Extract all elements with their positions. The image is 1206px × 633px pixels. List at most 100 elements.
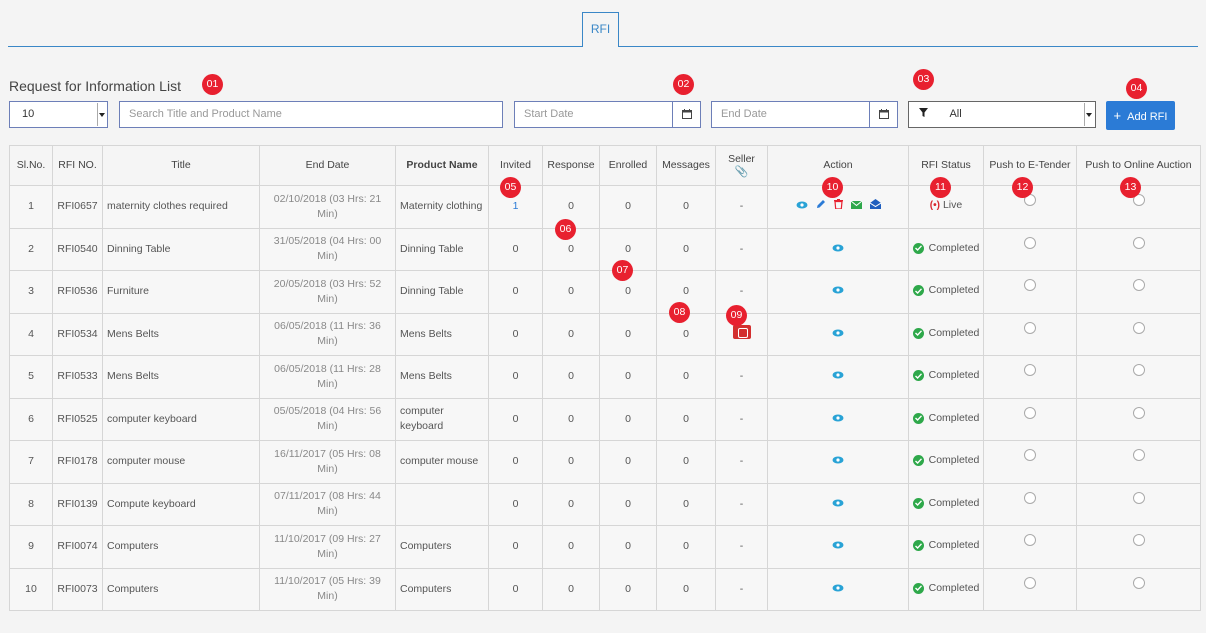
cell-title: Computers xyxy=(102,567,260,611)
push-auction-radio[interactable] xyxy=(1132,576,1145,589)
calendar-icon[interactable] xyxy=(672,102,700,127)
col-end-date: End Date xyxy=(259,145,396,186)
callout-marker: 01 xyxy=(202,74,223,95)
search-input[interactable]: Search Title and Product Name xyxy=(119,101,503,128)
email-icon[interactable] xyxy=(850,199,862,214)
table-row: 6 RFI0525 computer keyboard 05/05/2018 (04 … xyxy=(9,397,1201,441)
push-auction-radio[interactable] xyxy=(1132,364,1145,377)
view-icon[interactable] xyxy=(832,497,844,512)
cell-rfi-no: RFI0536 xyxy=(52,270,103,314)
view-icon[interactable] xyxy=(832,369,844,384)
push-etender-radio[interactable] xyxy=(1024,491,1036,504)
check-circle-icon xyxy=(912,540,924,551)
cell-push-etender xyxy=(983,312,1077,356)
cell-status: Completed xyxy=(908,312,984,356)
seller-value: - xyxy=(739,412,744,425)
view-icon[interactable] xyxy=(832,327,844,342)
callout-marker: 10 xyxy=(822,177,843,198)
cell-end-date: 07/11/2017 (08 Hrs: 44 Min) xyxy=(259,482,396,526)
push-auction-radio[interactable] xyxy=(1132,534,1145,547)
cell-rfi-no: RFI0533 xyxy=(52,355,103,399)
calendar-icon[interactable] xyxy=(869,102,897,127)
table-row: 8 RFI0139 Compute keyboard 07/11/2017 (08 H… xyxy=(9,482,1201,526)
view-icon[interactable] xyxy=(832,412,844,427)
tab-rfi[interactable]: RFI xyxy=(582,12,619,47)
filter-value: All xyxy=(949,108,962,120)
cell-status: Completed xyxy=(908,270,984,314)
view-icon[interactable] xyxy=(832,242,844,257)
col-messages: Messages xyxy=(656,145,716,186)
view-icon[interactable] xyxy=(796,199,808,214)
cell-messages: 0 xyxy=(656,525,716,569)
col-response: Response xyxy=(542,145,600,186)
cell-end-date: 06/05/2018 (11 Hrs: 28 Min) xyxy=(259,355,396,399)
open-mail-icon[interactable] xyxy=(869,199,881,214)
edit-icon[interactable] xyxy=(816,199,826,214)
page-size-select[interactable]: 10 xyxy=(9,101,108,128)
status-filter-select[interactable]: All xyxy=(908,101,1096,128)
push-auction-radio[interactable] xyxy=(1132,321,1145,334)
cell-product: computer keyboard xyxy=(395,397,489,441)
push-etender-radio[interactable] xyxy=(1024,406,1036,419)
cell-end-date: 31/05/2018 (04 Hrs: 00 Min) xyxy=(259,227,396,271)
cell-action xyxy=(767,227,909,271)
col-product: Product Name xyxy=(395,145,489,186)
check-circle-icon xyxy=(912,412,924,424)
cell-push-etender xyxy=(983,355,1077,399)
push-etender-radio[interactable] xyxy=(1024,321,1036,334)
view-icon[interactable] xyxy=(832,454,844,469)
cell-messages: 0 xyxy=(656,397,716,441)
status-completed: Completed xyxy=(912,283,979,298)
push-etender-radio[interactable] xyxy=(1024,364,1036,377)
seller-value: - xyxy=(739,582,744,595)
callout-marker: 07 xyxy=(612,260,633,281)
push-auction-radio[interactable] xyxy=(1132,279,1145,292)
delete-icon[interactable] xyxy=(833,199,843,214)
cell-action xyxy=(767,312,909,356)
cell-push-auction xyxy=(1076,525,1201,569)
cell-status: Completed xyxy=(908,355,984,399)
pdf-attachment-icon[interactable] xyxy=(732,324,751,339)
push-etender-radio[interactable] xyxy=(1024,236,1036,249)
cell-slno: 7 xyxy=(9,440,53,484)
rfi-table: Sl.No. RFI NO. Title End Date Product Na… xyxy=(9,145,1201,611)
cell-invited: 0 xyxy=(488,525,543,569)
view-icon[interactable] xyxy=(832,539,844,554)
col-title: Title xyxy=(102,145,260,186)
cell-push-auction xyxy=(1076,312,1201,356)
cell-seller: - xyxy=(715,397,768,441)
check-circle-icon xyxy=(912,497,924,509)
status-completed: Completed xyxy=(912,581,979,596)
push-auction-radio[interactable] xyxy=(1132,449,1145,462)
plus-icon: + xyxy=(1113,108,1122,123)
push-auction-radio[interactable] xyxy=(1132,406,1145,419)
cell-end-date: 02/10/2018 (03 Hrs: 21 Min) xyxy=(259,185,396,229)
cell-action xyxy=(767,270,909,314)
cell-push-auction xyxy=(1076,482,1201,526)
cell-status: Completed xyxy=(908,227,984,271)
col-push-auction: Push to Online Auction xyxy=(1076,145,1201,186)
push-etender-radio[interactable] xyxy=(1024,576,1036,589)
status-text: Completed xyxy=(928,241,980,254)
push-auction-radio[interactable] xyxy=(1132,491,1145,504)
status-text: Completed xyxy=(928,326,980,339)
push-etender-radio[interactable] xyxy=(1024,534,1036,547)
add-rfi-button[interactable]: + Add RFI xyxy=(1106,101,1175,130)
cell-push-etender xyxy=(983,482,1077,526)
push-etender-radio[interactable] xyxy=(1024,279,1036,292)
end-date-input[interactable]: End Date xyxy=(711,101,898,128)
view-icon[interactable] xyxy=(832,284,844,299)
cell-status: Completed xyxy=(908,567,984,611)
cell-rfi-no: RFI0540 xyxy=(52,227,103,271)
push-etender-radio[interactable] xyxy=(1024,449,1036,462)
col-seller: Seller 📎 xyxy=(715,145,768,186)
push-auction-radio[interactable] xyxy=(1132,236,1145,249)
cell-seller: - xyxy=(715,185,768,229)
view-icon[interactable] xyxy=(832,582,844,597)
cell-push-auction xyxy=(1076,355,1201,399)
start-date-input[interactable]: Start Date xyxy=(514,101,701,128)
check-circle-icon xyxy=(912,242,924,254)
status-completed: Completed xyxy=(912,368,979,383)
status-completed: Completed xyxy=(912,411,979,426)
cell-slno: 2 xyxy=(9,227,53,271)
